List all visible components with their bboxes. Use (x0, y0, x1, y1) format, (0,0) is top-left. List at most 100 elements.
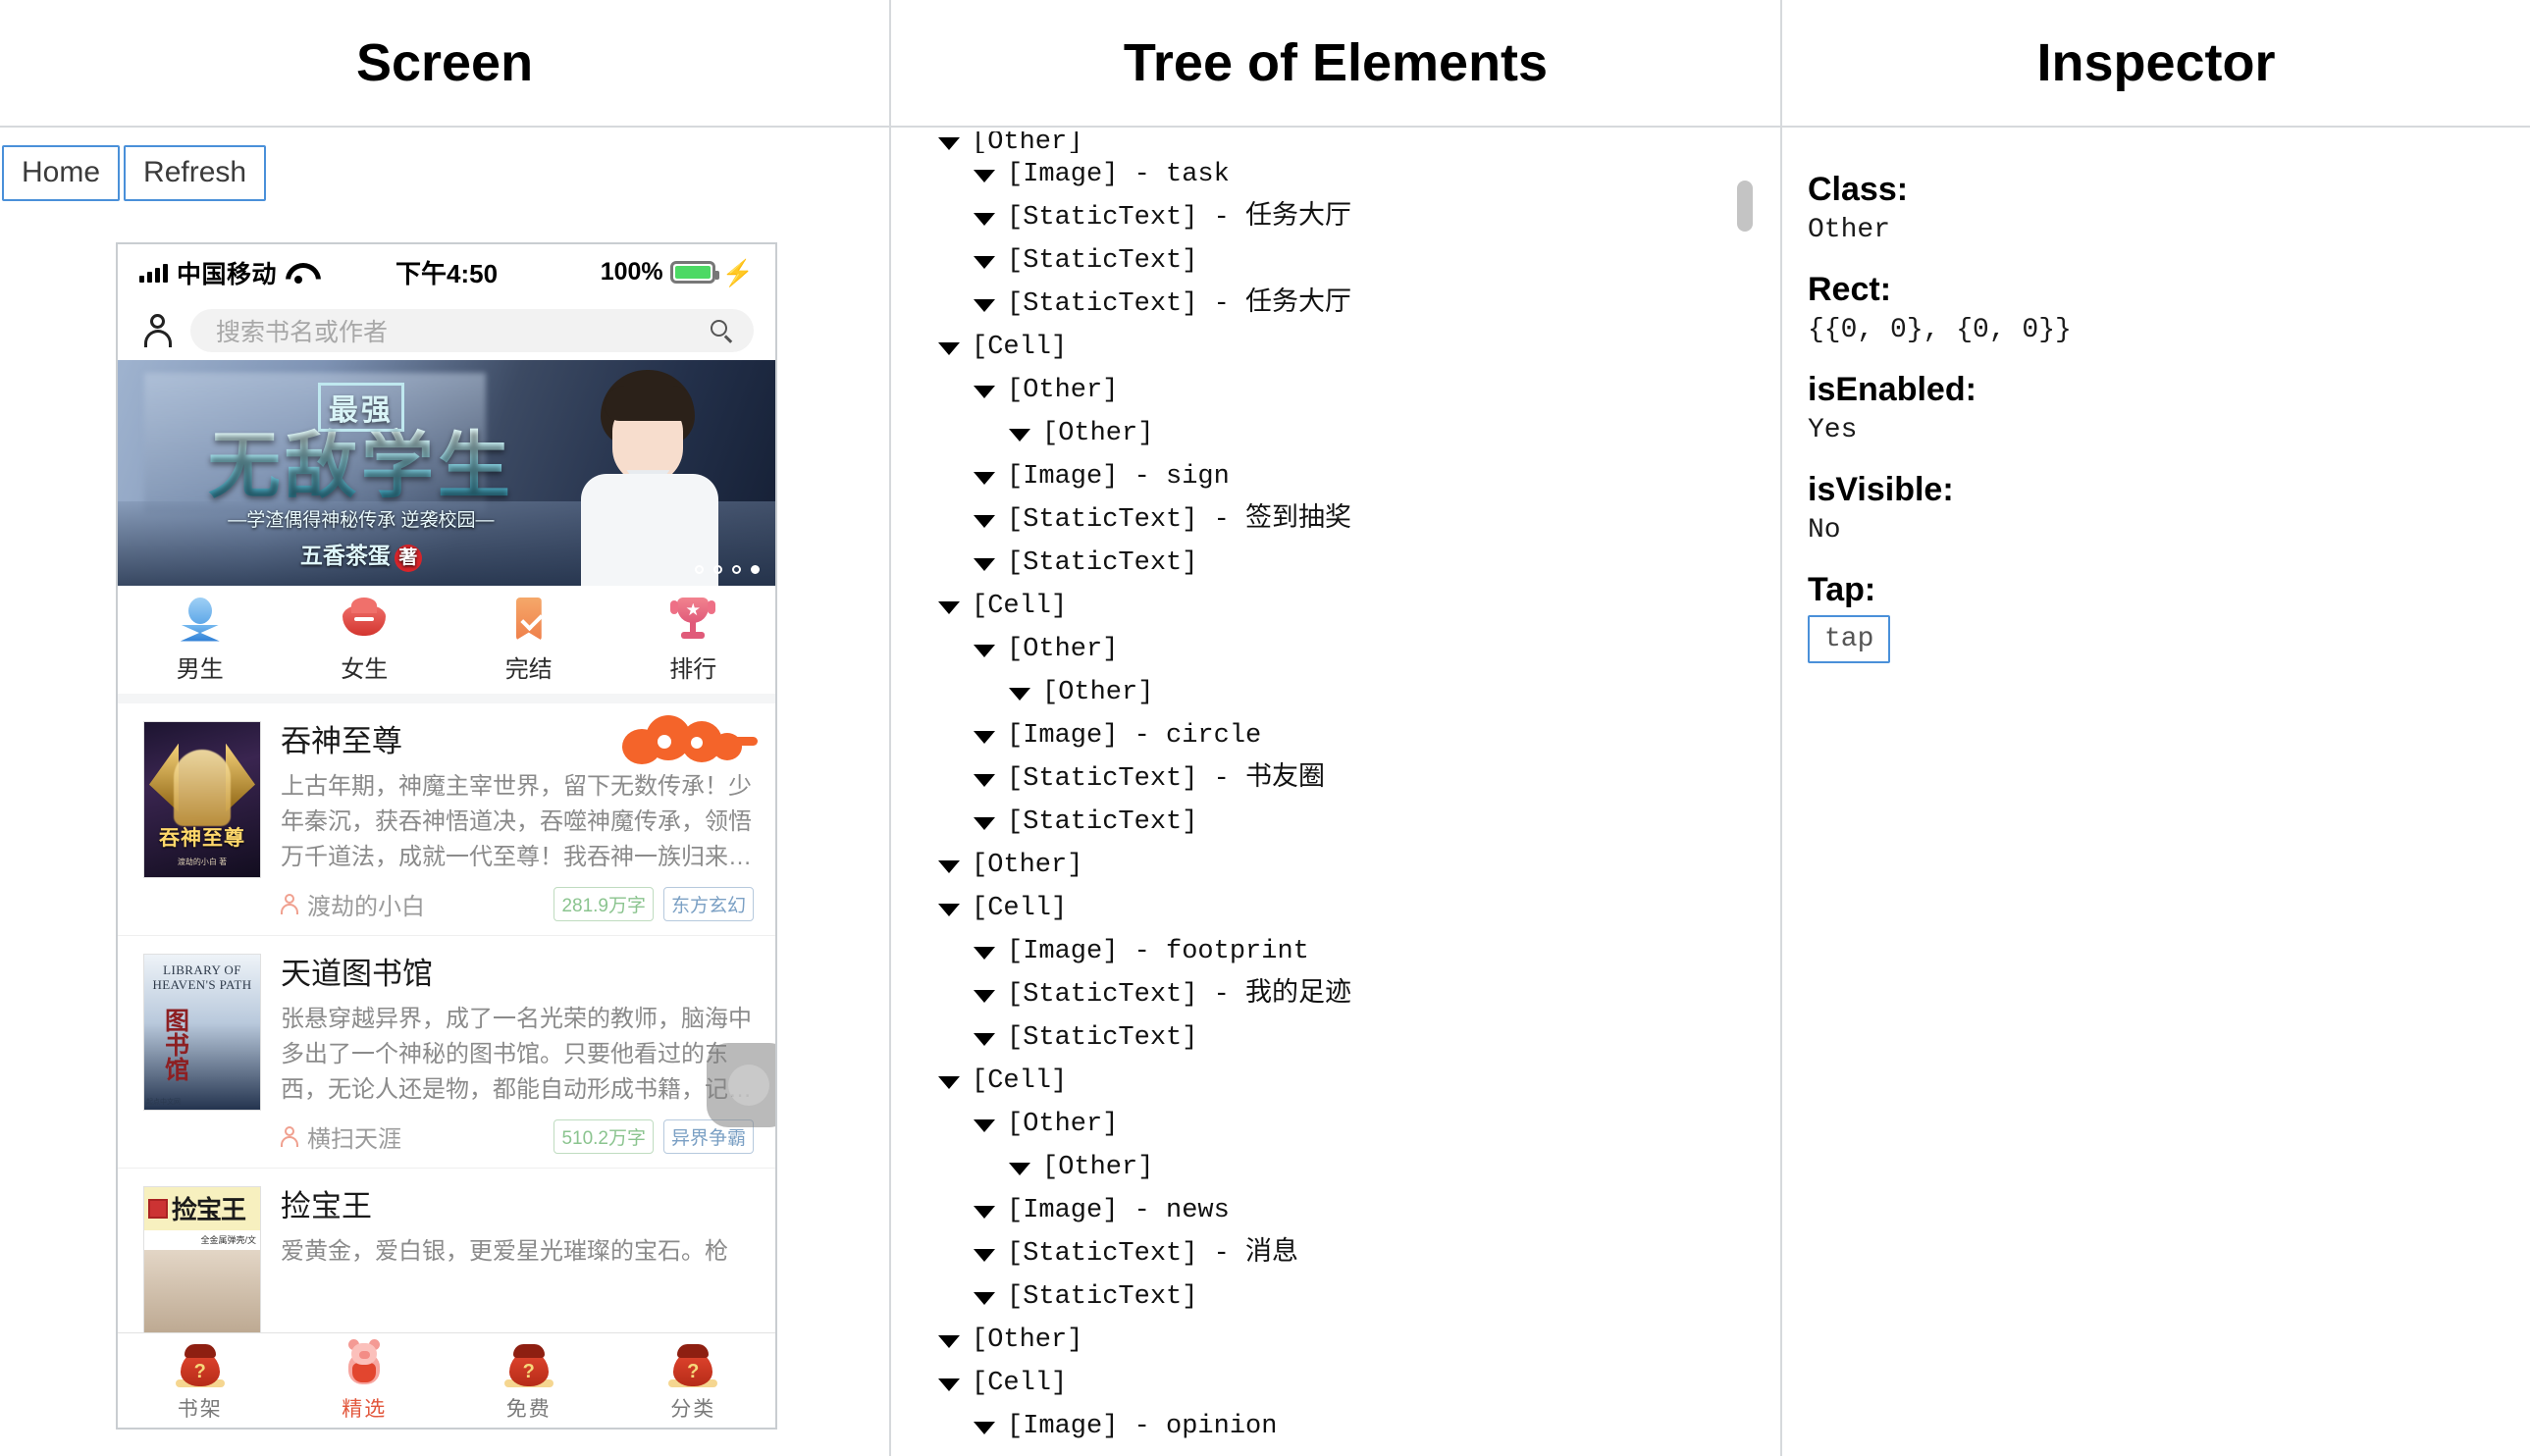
chevron-down-icon[interactable] (974, 514, 995, 528)
tree-node[interactable]: [Cell] (891, 1362, 1780, 1405)
profile-icon[interactable] (143, 313, 173, 347)
tree-node[interactable]: [Other] (891, 671, 1780, 714)
list-item[interactable]: LIBRARY OF HEAVEN'S PATH 图书馆 起点中文网 天道图书馆… (118, 936, 775, 1169)
tree-node[interactable]: [Other] (891, 1319, 1780, 1362)
chevron-down-icon[interactable] (974, 773, 995, 787)
tab-free[interactable]: ? 免费 (447, 1337, 611, 1423)
tab-bookshelf[interactable]: ? 书架 (118, 1337, 283, 1423)
author-icon (281, 1125, 298, 1147)
tree-node[interactable]: [Other] (891, 412, 1780, 455)
inspector-key-isenabled: isEnabled: (1808, 371, 1977, 408)
device-screenshot[interactable]: 中国移动 下午4:50 100% ⚡ 搜索书名或作者 最强 无敌学生 —学渣偶得… (116, 241, 777, 1430)
chevron-down-icon[interactable] (974, 1248, 995, 1262)
chevron-down-icon[interactable] (974, 1032, 995, 1046)
search-icon[interactable] (711, 319, 732, 341)
tree-scrollbar[interactable] (1737, 163, 1753, 1438)
chevron-down-icon[interactable] (974, 1421, 995, 1434)
category-male[interactable]: 男生 (118, 596, 283, 684)
chevron-down-icon[interactable] (974, 816, 995, 830)
tree-node[interactable]: [StaticText] (891, 1275, 1780, 1319)
chevron-down-icon[interactable] (938, 1075, 960, 1089)
tree-node-label: [Other] (1007, 376, 1119, 405)
chevron-down-icon[interactable] (938, 136, 960, 150)
cover-subtitle: 全金属弹壳/文 (200, 1234, 256, 1245)
tree-node[interactable]: [Image] - circle (891, 714, 1780, 757)
home-button[interactable]: Home (2, 145, 121, 201)
tree-node[interactable]: [Other] (891, 628, 1780, 671)
chevron-down-icon[interactable] (974, 298, 995, 312)
chevron-down-icon[interactable] (938, 903, 960, 916)
chevron-down-icon[interactable] (974, 169, 995, 182)
category-female[interactable]: 女生 (283, 596, 448, 684)
tree-node[interactable]: [Cell] (891, 326, 1780, 369)
tree-node[interactable]: [Image] - task (891, 153, 1780, 196)
money-bag-icon: ? (502, 1337, 555, 1390)
tree-node[interactable]: [StaticText] - 签到抽奖 (891, 498, 1780, 542)
genre-badge: 东方玄幻 (662, 886, 754, 921)
tree-node[interactable]: [Other] (891, 1103, 1780, 1146)
chevron-down-icon[interactable] (974, 1205, 995, 1219)
refresh-button[interactable]: Refresh (124, 145, 267, 201)
tree-node[interactable]: [StaticText] (891, 542, 1780, 585)
book-list[interactable]: 吞神至尊 渡劫的小白 著 吞神至尊 上古年期，神魔主宰世界，留下无数传承！少年秦… (118, 702, 775, 1428)
chevron-down-icon[interactable] (974, 471, 995, 485)
tree-node[interactable]: [StaticText] (891, 801, 1780, 844)
chevron-down-icon[interactable] (1009, 1162, 1030, 1175)
tree-node[interactable]: [Cell] (891, 585, 1780, 628)
tab-category[interactable]: ? 分类 (611, 1337, 776, 1423)
tree-node[interactable]: [StaticText] - 书友圈 (891, 757, 1780, 801)
tree-node-label: [StaticText] - 我的足迹 (1007, 980, 1352, 1010)
chevron-down-icon[interactable] (1009, 687, 1030, 701)
chevron-down-icon[interactable] (974, 730, 995, 744)
tree-node[interactable]: [Image] - footprint (891, 930, 1780, 973)
element-tree[interactable]: [Other] [Image] - task [StaticText] - 任务大厅… (891, 128, 1780, 1448)
charging-bolt-icon: ⚡ (721, 257, 755, 287)
banner-page-dots[interactable] (695, 564, 760, 574)
chevron-down-icon[interactable] (974, 644, 995, 657)
tree-node[interactable]: [Cell] (891, 887, 1780, 930)
promo-banner[interactable]: 最强 无敌学生 —学渣偶得神秘传承 逆袭校园— 五香茶蛋著 (118, 359, 775, 586)
tree-node[interactable]: [StaticText] - 我的足迹 (891, 973, 1780, 1016)
tree-node[interactable]: [Other] (891, 369, 1780, 412)
chevron-down-icon[interactable] (938, 341, 960, 355)
tree-node[interactable]: [Cell] (891, 1060, 1780, 1103)
chevron-down-icon[interactable] (1009, 428, 1030, 442)
tree-node[interactable]: [StaticText] (891, 1016, 1780, 1060)
tree-body[interactable]: [Other] [Image] - task [StaticText] - 任务大厅… (891, 128, 1780, 1456)
floating-scroll-indicator[interactable] (707, 1042, 775, 1127)
tree-node[interactable]: [StaticText] - 任务大厅 (891, 196, 1780, 239)
tree-node[interactable]: [Image] - news (891, 1189, 1780, 1232)
search-input[interactable]: 搜索书名或作者 (190, 308, 754, 352)
chevron-down-icon[interactable] (974, 557, 995, 571)
tree-node[interactable]: [StaticText] (891, 239, 1780, 283)
tree-scroll-thumb[interactable] (1737, 181, 1753, 232)
list-item[interactable]: 捡宝王 全金属弹壳/文 捡宝王 爱黄金，爱白银，更爱星光璀璨的宝石。枪 (118, 1169, 775, 1358)
tree-node-label: [StaticText] (1007, 1023, 1198, 1053)
chevron-down-icon[interactable] (974, 1118, 995, 1132)
chevron-down-icon[interactable] (938, 1334, 960, 1348)
tree-node[interactable]: [Other] (891, 844, 1780, 887)
tree-node-label: [Other] (1007, 635, 1119, 664)
chevron-down-icon[interactable] (974, 1291, 995, 1305)
tree-node[interactable]: [Other] (891, 131, 1780, 153)
chevron-down-icon[interactable] (938, 859, 960, 873)
chevron-down-icon[interactable] (938, 600, 960, 614)
chevron-down-icon[interactable] (938, 1378, 960, 1391)
chevron-down-icon[interactable] (974, 212, 995, 226)
chevron-down-icon[interactable] (974, 946, 995, 960)
category-ranking[interactable]: 排行 (611, 596, 776, 684)
tree-node[interactable]: [Other] (891, 1146, 1780, 1189)
chevron-down-icon[interactable] (974, 255, 995, 269)
tap-action-button[interactable]: tap (1808, 615, 1891, 663)
device-screenshot-wrapper: 中国移动 下午4:50 100% ⚡ 搜索书名或作者 最强 无敌学生 —学渣偶得… (0, 201, 889, 1430)
tab-featured[interactable]: 精选 (283, 1337, 448, 1423)
tree-node[interactable]: [StaticText] - 任务大厅 (891, 283, 1780, 326)
category-finished[interactable]: 完结 (447, 596, 611, 684)
chevron-down-icon[interactable] (974, 989, 995, 1003)
list-item[interactable]: 吞神至尊 渡劫的小白 著 吞神至尊 上古年期，神魔主宰世界，留下无数传承！少年秦… (118, 703, 775, 936)
tree-node[interactable]: [StaticText] - 消息 (891, 1232, 1780, 1275)
signal-bars-icon (139, 263, 168, 283)
tree-node[interactable]: [Image] - sign (891, 455, 1780, 498)
chevron-down-icon[interactable] (974, 385, 995, 398)
tree-node[interactable]: [Image] - opinion (891, 1405, 1780, 1448)
